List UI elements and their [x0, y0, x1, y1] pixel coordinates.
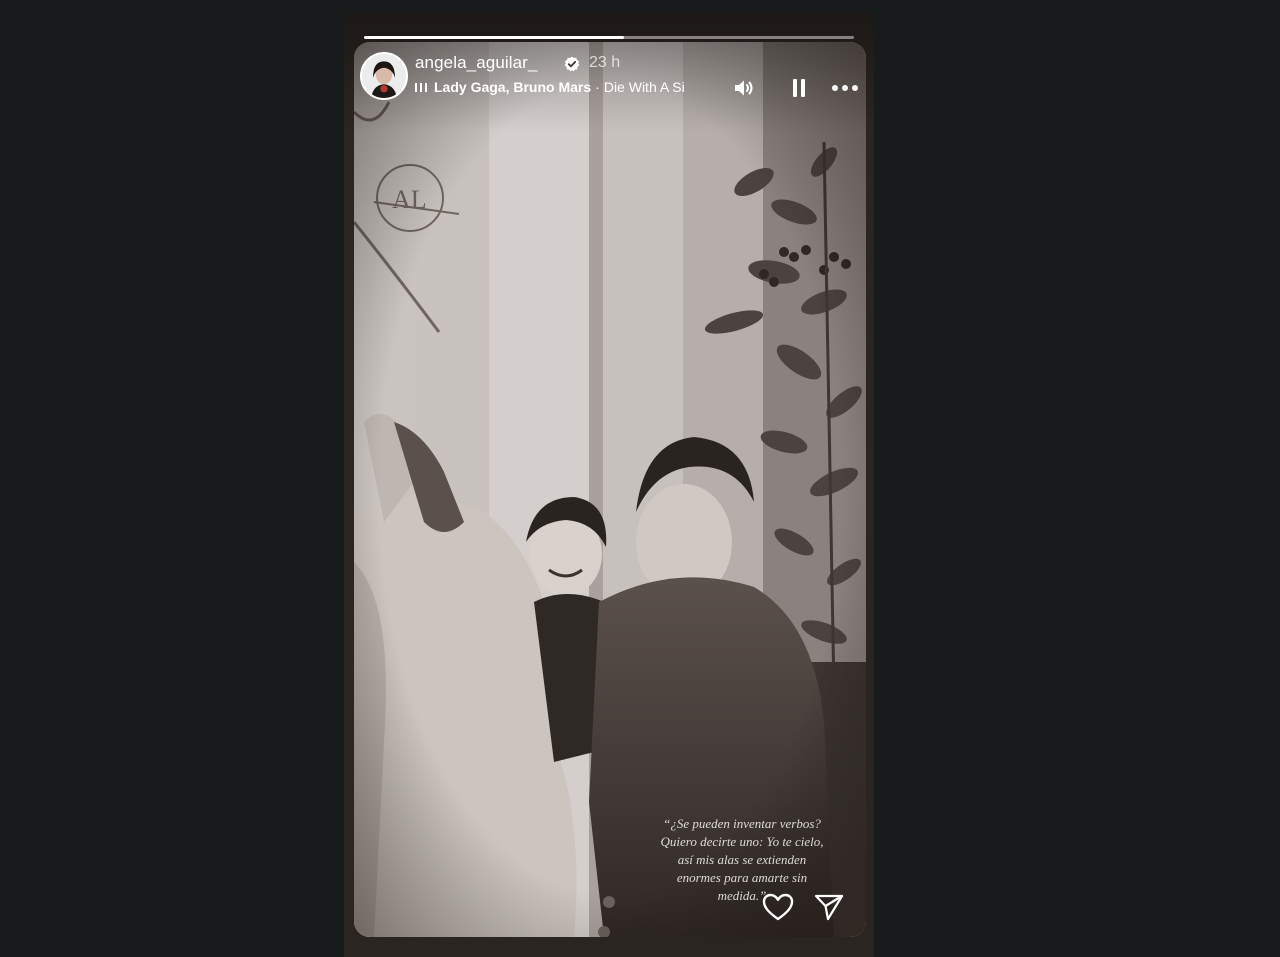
music-attribution[interactable]: Lady Gaga, Bruno Mars · Die With A Si [414, 79, 714, 97]
music-song-title: Die With A Si [603, 79, 685, 95]
caption-line: “¿Se pueden inventar verbos? [663, 816, 821, 831]
story-photo-scene: AL [354, 42, 866, 937]
story-progress-bar [364, 36, 854, 39]
story-viewer[interactable]: AL [344, 12, 874, 957]
story-photo[interactable]: AL [354, 42, 866, 937]
caption-line: enormes para amarte sin [676, 870, 808, 885]
caption-line: Quiero decirte uno: Yo te cielo, [660, 834, 824, 849]
story-actions [762, 892, 852, 926]
verified-badge-icon [564, 56, 580, 72]
music-bars-icon [415, 83, 427, 92]
more-options-button[interactable] [830, 76, 860, 100]
username[interactable]: angela_aguilar_ [415, 53, 538, 73]
pause-button[interactable] [785, 76, 813, 100]
music-artists: Lady Gaga, Bruno Mars [434, 79, 592, 95]
more-options-icon [832, 85, 858, 91]
story-progress-fill [364, 36, 624, 39]
heart-icon [762, 893, 794, 921]
avatar-image [362, 54, 406, 98]
like-button[interactable] [762, 892, 794, 922]
volume-icon [735, 80, 753, 96]
send-icon [814, 894, 844, 921]
pause-icon [793, 79, 805, 97]
story-timestamp: 23 h [589, 54, 621, 71]
caption-line: así mis alas se extienden [677, 852, 807, 867]
volume-button[interactable] [730, 76, 758, 100]
page: AL [0, 0, 1280, 957]
send-button[interactable] [814, 893, 844, 921]
story-header: angela_aguilar_ 23 h Lady Gaga, Bruno Ma… [360, 50, 860, 100]
music-separator: · [595, 79, 600, 95]
avatar[interactable] [360, 52, 408, 100]
